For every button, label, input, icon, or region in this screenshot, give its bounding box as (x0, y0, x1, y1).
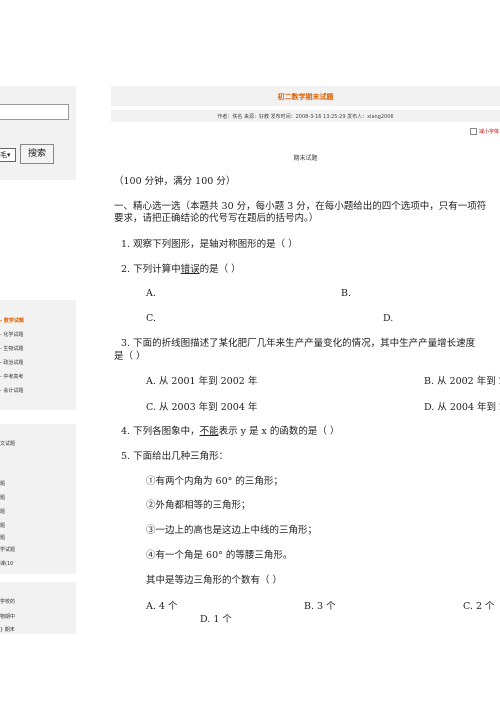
q5-item-3: ③一边上的高也是这边上中线的三角形； (146, 525, 318, 536)
question-2: 2. 下列计算中错误的是（ ） (121, 261, 241, 275)
q5-item-4: ④有一个角是 60° 的等腰三角形。 (146, 550, 293, 561)
q2-option-d: D. (383, 313, 394, 324)
page-title: 初二数学期末试题 (277, 92, 334, 101)
q3-option-b: B. 从 2002 年到 2 (424, 376, 500, 387)
chevron-down-icon: ▾ (7, 151, 11, 159)
section-1-instructions-cont: 要求，请把正确结论的代号写在题后的括号内。） (114, 213, 319, 224)
list-item[interactable]: 题 (0, 508, 5, 515)
q5-item-2: ②外角都相等的三角形； (146, 500, 251, 511)
list-item[interactable]: 文试题 (0, 440, 15, 447)
q3-option-c: C. 从 2003 年到 2004 年 (146, 402, 258, 413)
sidebar-article-list-2: 学校的 物期中 } 期末 (0, 582, 76, 634)
question-5: 5. 下面给出几种三角形： (121, 451, 229, 462)
q5-option-d: D. 1 个 (200, 614, 232, 625)
font-control-label: 减小字体 (478, 129, 499, 135)
question-4: 4. 下列各图象中，不能表示 y 是 x 的函数的是（ ） (121, 423, 339, 437)
sidebar-item-math[interactable]: - 数学试题 (0, 317, 24, 324)
q5-option-a: A. 4 个 (146, 601, 178, 612)
title-bar: 初二数学期末试题 (111, 86, 500, 106)
q4-text: 4. 下列各图象中， (121, 426, 200, 437)
minus-icon (469, 128, 477, 135)
q2-emphasis: 错误 (180, 264, 200, 275)
list-item[interactable]: 课(10 (0, 560, 13, 567)
q4-text-end: 表示 y 是 x 的函数的是（ ） (218, 426, 340, 437)
q2-option-a: A. (146, 288, 156, 299)
question-3-cont: 是（ ） (114, 351, 146, 362)
question-1: 1. 观察下列图形，是轴对称图形的是（ ） (121, 239, 298, 250)
list-item[interactable]: 学试题 (0, 546, 15, 553)
list-item[interactable]: 题 (0, 480, 5, 487)
q5-question: 其中是等边三角形的个数有（ ） (146, 575, 283, 586)
decrease-font-button[interactable]: 减小字体 (469, 128, 499, 135)
q2-option-b: B. (341, 288, 352, 299)
list-item[interactable]: 物期中 (0, 613, 15, 620)
sidebar-item-exams[interactable]: - 中考高考 (0, 373, 23, 380)
search-category-select[interactable]: 毛▾ (0, 148, 16, 162)
sidebar-item-biology[interactable]: - 生物试题 (0, 345, 23, 352)
time-note: （100 分钟，满分 100 分） (114, 176, 236, 187)
meta-bar: 作者：佚名 来源：好教 发布时间：2008-3-16 13:25:29 发布人：… (111, 110, 500, 122)
list-item[interactable]: 题 (0, 494, 5, 501)
left-sidebar: 毛▾ 搜索 - 数学试题 - 化学试题 - 生物试题 - 政治试题 - 中考高考… (0, 0, 78, 707)
q5-option-c: C. 2 个 (463, 601, 495, 612)
q2-text: 2. 下列计算中 (121, 264, 181, 275)
q3-option-d: D. 从 2004 年到 2 (424, 402, 500, 413)
search-input[interactable] (0, 104, 69, 120)
q4-emphasis: 不能 (199, 426, 219, 437)
list-item[interactable]: 学校的 (0, 598, 15, 605)
q5-option-b: B. 3 个 (304, 601, 336, 612)
q2-option-c: C. (146, 313, 156, 324)
sidebar-article-list: 文试题 题 题 题 题 题 学试题 课(10 (0, 424, 76, 574)
select-value: 毛 (0, 151, 7, 159)
list-item[interactable]: 题 (0, 534, 5, 541)
question-3: 3. 下面的折线图描述了某化肥厂几年来生产产量变化的情况，其中生产产量增长速度 (121, 338, 476, 349)
document-subtitle: 期末试题 (293, 155, 318, 162)
sidebar-item-politics[interactable]: - 政治试题 (0, 359, 23, 366)
sidebar-categories: - 数学试题 - 化学试题 - 生物试题 - 政治试题 - 中考高考 - 会计试… (0, 300, 76, 410)
q5-item-1: ①有两个内角为 60° 的三角形； (146, 476, 283, 487)
list-item[interactable]: 题 (0, 522, 5, 529)
list-item[interactable]: } 期末 (0, 626, 15, 633)
search-button[interactable]: 搜索 (20, 144, 54, 164)
q2-text-end: 的是（ ） (199, 264, 241, 275)
sidebar-item-chemistry[interactable]: - 化学试题 (0, 331, 23, 338)
sidebar-item-accounting[interactable]: - 会计试题 (0, 387, 23, 394)
q3-option-a: A. 从 2001 年到 2002 年 (146, 376, 258, 387)
sidebar-search-panel (0, 86, 76, 180)
article-meta: 作者：佚名 来源：好教 发布时间：2008-3-16 13:25:29 发布人：… (217, 114, 394, 120)
